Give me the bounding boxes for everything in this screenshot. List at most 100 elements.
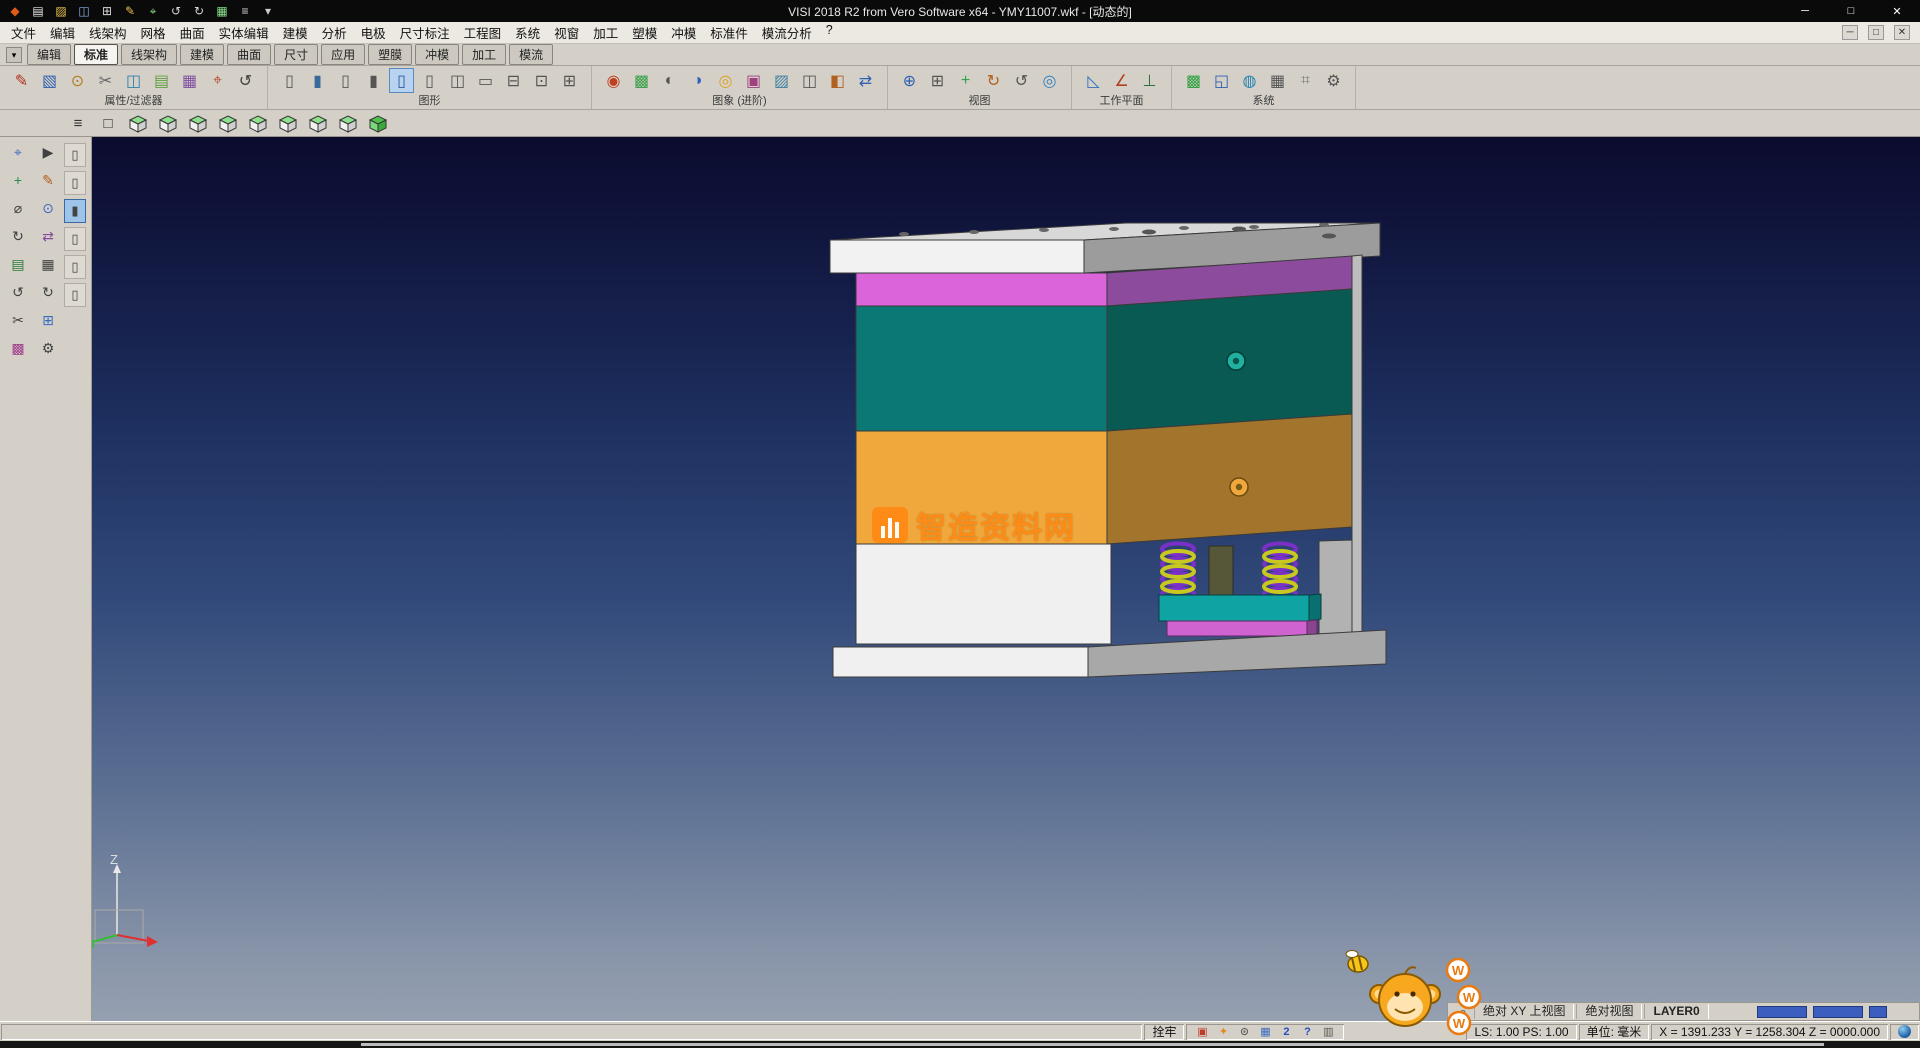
- save-icon[interactable]: ◫: [76, 3, 92, 19]
- qat-dropdown-icon[interactable]: ▾: [260, 3, 276, 19]
- mirror-tool-icon[interactable]: ⇄: [35, 223, 61, 249]
- rotate-tool-icon[interactable]: ↻: [5, 223, 31, 249]
- menu-item[interactable]: 线架构: [82, 21, 134, 44]
- reflection-icon[interactable]: ◑: [685, 68, 710, 93]
- maximize-button[interactable]: □: [1828, 0, 1874, 22]
- shaded-cube-icon[interactable]: [366, 111, 390, 135]
- help-icon[interactable]: ?: [1299, 1024, 1315, 1040]
- search-icon[interactable]: ⌕: [1454, 1004, 1472, 1020]
- tab-overflow-dropdown-icon[interactable]: ▾: [6, 47, 22, 63]
- sketch-tool-icon[interactable]: ✎: [35, 167, 61, 193]
- tab-application[interactable]: 应用: [321, 44, 365, 65]
- zoom-window-icon[interactable]: ⊞: [925, 68, 950, 93]
- select-tool-icon[interactable]: ▶: [35, 139, 61, 165]
- outline-mode-icon[interactable]: ▯: [64, 283, 86, 307]
- compare-icon[interactable]: ⇄: [853, 68, 878, 93]
- capture-icon[interactable]: ⌖: [145, 3, 161, 19]
- horizontal-scrollbar-thumb[interactable]: [361, 1043, 1824, 1046]
- app-icon[interactable]: ◆: [7, 3, 23, 19]
- menu-item[interactable]: 电极: [354, 21, 393, 44]
- tab-machining[interactable]: 加工: [462, 44, 506, 65]
- shadow-icon[interactable]: ◐: [657, 68, 682, 93]
- undo-tool-icon[interactable]: ↺: [5, 279, 31, 305]
- menu-item[interactable]: ?: [819, 21, 840, 44]
- points-view-icon[interactable]: ⊡: [529, 68, 554, 93]
- minimize-button[interactable]: ─: [1782, 0, 1828, 22]
- absolute-view-indicator[interactable]: 绝对视图: [1576, 1004, 1642, 1019]
- menu-item[interactable]: 系统: [508, 21, 547, 44]
- calculator-icon[interactable]: ⌗: [1293, 68, 1318, 93]
- reset-filter-icon[interactable]: ↺: [233, 68, 258, 93]
- translucent-mode-icon[interactable]: ▯: [64, 255, 86, 279]
- snap-tool-icon[interactable]: ⊙: [35, 195, 61, 221]
- grid-status-icon[interactable]: ▦: [1257, 1024, 1273, 1040]
- dynamic-view-icon[interactable]: ◎: [1037, 68, 1062, 93]
- ghost-view-icon[interactable]: ▯: [417, 68, 442, 93]
- mdi-restore-icon[interactable]: □: [1868, 25, 1884, 40]
- view-mode-indicator[interactable]: 绝对 XY 上视图: [1474, 1004, 1574, 1019]
- tab-mold[interactable]: 塑膜: [368, 44, 412, 65]
- tab-surface[interactable]: 曲面: [227, 44, 271, 65]
- menu-item[interactable]: 模流分析: [755, 21, 819, 44]
- menu-item[interactable]: 加工: [586, 21, 625, 44]
- top-view-icon[interactable]: [156, 111, 180, 135]
- type-filter-icon[interactable]: ▦: [177, 68, 202, 93]
- macro-icon[interactable]: ≡: [237, 3, 253, 19]
- menu-item[interactable]: 文件: [4, 21, 43, 44]
- color-palette-icon[interactable]: ▩: [1181, 68, 1206, 93]
- background-icon[interactable]: ▨: [769, 68, 794, 93]
- open-file-icon[interactable]: ▨: [53, 3, 69, 19]
- layers-tool-icon[interactable]: ▤: [5, 251, 31, 277]
- mdi-minimize-icon[interactable]: ─: [1842, 25, 1858, 40]
- sketch-icon[interactable]: ✎: [122, 3, 138, 19]
- undo-icon[interactable]: ↺: [168, 3, 184, 19]
- redo-tool-icon[interactable]: ↻: [35, 279, 61, 305]
- bottom-view-icon[interactable]: [306, 111, 330, 135]
- viewport-3d[interactable]: Z 智造资料网: [92, 137, 1920, 1021]
- workplane-align-icon[interactable]: ∠: [1109, 68, 1134, 93]
- right-view-icon[interactable]: [216, 111, 240, 135]
- normals-view-icon[interactable]: ⊞: [557, 68, 582, 93]
- grid-toggle-icon[interactable]: ▦: [214, 3, 230, 19]
- tab-standard[interactable]: 标准: [74, 44, 118, 65]
- material-icon[interactable]: ▣: [741, 68, 766, 93]
- trim-tool-icon[interactable]: ✂: [5, 307, 31, 333]
- close-button[interactable]: ✕: [1874, 0, 1920, 22]
- layer-indicator[interactable]: LAYER0: [1644, 1004, 1708, 1019]
- system-options-icon[interactable]: ⚙: [1321, 68, 1346, 93]
- workplane-icon[interactable]: ◺: [1081, 68, 1106, 93]
- regen-icon[interactable]: ✦: [1215, 1024, 1231, 1040]
- globe-icon[interactable]: ◍: [1237, 68, 1262, 93]
- grid-tool-icon[interactable]: ▦: [35, 251, 61, 277]
- solid-view-icon[interactable]: ▮: [361, 68, 386, 93]
- iso-view-icon[interactable]: [126, 111, 150, 135]
- view-list-icon[interactable]: ≡: [66, 111, 90, 135]
- monitor-icon[interactable]: ◱: [1209, 68, 1234, 93]
- hidden-line-mode-icon[interactable]: ▯: [64, 171, 86, 195]
- new-file-icon[interactable]: ▤: [30, 3, 46, 19]
- zoom-all-icon[interactable]: ⊕: [897, 68, 922, 93]
- color-filter-icon[interactable]: ▧: [37, 68, 62, 93]
- scissors-icon[interactable]: ✂: [93, 68, 118, 93]
- menu-item[interactable]: 编辑: [43, 21, 82, 44]
- view-2d-icon[interactable]: 2: [1278, 1024, 1294, 1040]
- back-view-icon[interactable]: [276, 111, 300, 135]
- edit-properties-icon[interactable]: ✎: [9, 68, 34, 93]
- lock-toggle[interactable]: 拴牢: [1144, 1024, 1184, 1040]
- menu-item[interactable]: 视窗: [547, 21, 586, 44]
- snapshot-grid-icon[interactable]: ▦: [1265, 68, 1290, 93]
- menu-item[interactable]: 曲面: [173, 21, 212, 44]
- pan-icon[interactable]: +: [953, 68, 978, 93]
- menu-item[interactable]: 实体编辑: [212, 21, 276, 44]
- menu-item[interactable]: 冲模: [664, 21, 703, 44]
- layer-filter-icon[interactable]: ▤: [149, 68, 174, 93]
- box-view-icon[interactable]: ◫: [445, 68, 470, 93]
- translucent-view-icon[interactable]: ▯: [389, 68, 414, 93]
- redraw-icon[interactable]: ▣: [1194, 1024, 1210, 1040]
- standard-view-icon[interactable]: □: [96, 111, 120, 135]
- render-icon[interactable]: ◉: [601, 68, 626, 93]
- menu-item[interactable]: 网格: [134, 21, 173, 44]
- menu-item[interactable]: 建模: [276, 21, 315, 44]
- tab-die[interactable]: 冲模: [415, 44, 459, 65]
- online-status[interactable]: [1890, 1024, 1919, 1040]
